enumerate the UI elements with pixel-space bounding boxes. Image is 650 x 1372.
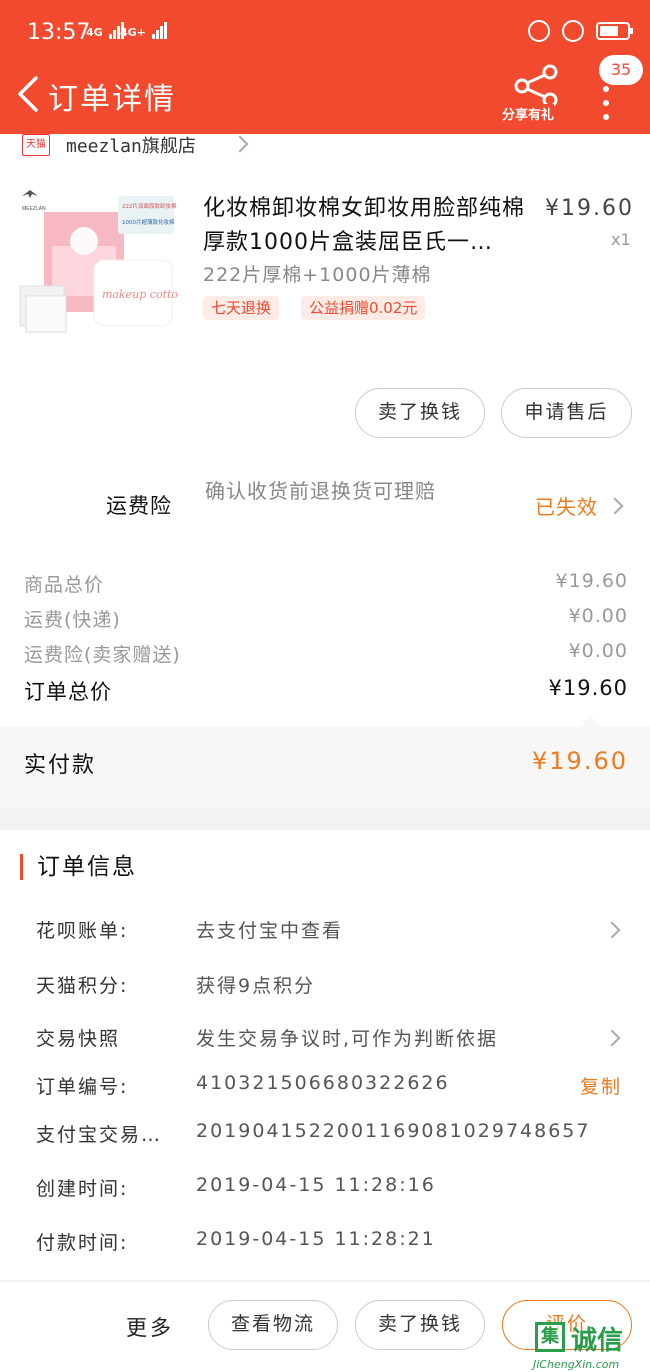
tag-charity: 公益捐赠0.02元 [301,296,426,320]
info-value: 410321506680322626 [196,1072,450,1094]
share-icon [514,64,558,108]
info-row-snapshot[interactable]: 交易快照 发生交易争议时,可作为判断依据 [36,1024,632,1054]
product-spec: 222片厚棉+1000片薄棉 [203,264,432,286]
paid-label: 实付款 [24,753,97,778]
watermark-logo: 集 诚信 JiChengXin.com [533,1318,650,1372]
order-total-row: 订单总价 ¥19.60 [24,676,628,706]
fee-value: ¥0.00 [568,605,628,627]
chevron-right-icon [606,497,624,515]
tmall-badge: 天猫 [22,134,50,156]
watermark-url: JiChengXin.com [533,1358,620,1371]
info-row-created: 创建时间: 2019-04-15 11:28:16 [36,1174,632,1204]
fee-value: ¥0.00 [568,640,628,662]
info-row-points: 天猫积分: 获得9点积分 [36,971,632,1001]
more-menu-icon[interactable] [603,86,611,128]
info-key: 花呗账单: [36,920,129,942]
box-text-2: 1000片超薄款化妆棉 [122,218,175,226]
info-value: 发生交易争议时,可作为判断依据 [196,1028,499,1050]
signal-2-label: 4G+ [120,26,146,39]
order-total-value: ¥19.60 [548,676,628,700]
chevron-right-icon [603,1029,621,1047]
chevron-right-icon [603,921,621,939]
shipping-insurance-status[interactable]: 已失效 [535,491,598,520]
vibrate-icon [528,20,550,42]
clock: 13:57 [27,20,91,45]
box-text-1: 222片双面厚款卸妆棉 [122,202,177,210]
signal-1-label: 4G [86,26,103,39]
product-price: ¥19.60 [545,196,634,221]
back-arrow-icon[interactable] [14,74,44,114]
info-key: 天猫积分: [36,975,129,997]
info-key: 订单编号: [36,1076,129,1098]
shop-name: meezlan旗舰店 [66,136,196,157]
watermark-text: 诚信 [571,1326,624,1356]
paid-value: ¥19.60 [532,747,628,775]
info-row-alipay-tx: 支付宝交易… 2019041522001169081029748657 [36,1120,632,1150]
product-image[interactable]: MEEZLAN 222片双面厚款卸妆棉 1000片超薄款化妆棉 makeup c… [18,186,178,346]
notch-decoration [580,716,602,727]
share-label: 分享有礼 [502,104,555,123]
fee-label: 商品总价 [24,574,105,596]
info-value: 2019041522001169081029748657 [196,1120,591,1142]
signal-1-icon: 4G [86,22,125,39]
page-title: 订单详情 [48,82,176,117]
chevron-right-icon [231,135,249,153]
info-key: 支付宝交易… [36,1124,163,1146]
info-value: 获得9点积分 [196,975,316,997]
view-logistics-button[interactable]: 查看物流 [208,1300,338,1350]
after-sale-button[interactable]: 申请售后 [501,388,632,438]
shop-row[interactable]: 天猫 meezlan旗舰店 [0,134,650,164]
info-row-huabei[interactable]: 花呗账单: 去支付宝中查看 [36,916,632,946]
paid-amount-row: 实付款 ¥19.60 [0,727,650,807]
info-key: 付款时间: [36,1232,129,1254]
info-value: 2019-04-15 11:28:16 [196,1174,436,1196]
status-bar: 13:57 4G 4G+ [0,0,650,62]
order-total-label: 订单总价 [24,680,112,704]
fee-label: 运费险(卖家赠送) [24,644,181,666]
box-label: makeup cotton [102,288,178,301]
share-button[interactable]: 分享有礼 [502,64,566,126]
battery-icon [596,22,633,40]
info-row-paid-time: 付款时间: 2019-04-15 11:28:21 [36,1228,632,1258]
shipping-insurance-label: 运费险 [106,494,172,518]
fee-row-goods: 商品总价 ¥19.60 [24,570,628,600]
info-value: 去支付宝中查看 [196,920,344,942]
order-info-heading: 订单信息 [20,854,137,880]
more-button[interactable]: 更多 [126,1312,174,1342]
fee-row-shipping: 运费(快递) ¥0.00 [24,605,628,635]
info-key: 交易快照 [36,1028,121,1050]
resell-button[interactable]: 卖了换钱 [355,388,485,438]
nav-bar: 订单详情 分享有礼 35 [0,55,650,134]
resell-button-bottom[interactable]: 卖了换钱 [355,1300,485,1350]
fee-row-insurance: 运费险(卖家赠送) ¥0.00 [24,640,628,670]
signal-2-icon: 4G+ [120,22,168,39]
tag-seven-day-return: 七天退换 [203,296,280,320]
shipping-insurance-desc: 确认收货前退换货可理赔 [205,479,436,503]
product-quantity: x1 [611,230,631,249]
fee-label: 运费(快递) [24,609,121,631]
message-count-badge[interactable]: 35 [599,55,643,85]
lock-icon [562,20,584,42]
fee-value: ¥19.60 [555,570,628,592]
product-title[interactable]: 化妆棉卸妆棉女卸妆用脸部纯棉厚款1000片盒装屈臣氏一… [203,192,533,260]
copy-button[interactable]: 复制 [580,1072,622,1099]
info-value: 2019-04-15 11:28:21 [196,1228,436,1250]
info-key: 创建时间: [36,1178,129,1200]
info-row-order-number: 订单编号: 410321506680322626 复制 [36,1072,632,1102]
product-card: MEEZLAN 222片双面厚款卸妆棉 1000片超薄款化妆棉 makeup c… [0,164,650,764]
watermark-char: 集 [535,1322,565,1352]
brand-text: MEEZLAN [22,206,46,212]
order-info-card: 订单信息 花呗账单: 去支付宝中查看 天猫积分: 获得9点积分 交易快照 发生交… [0,830,650,1280]
